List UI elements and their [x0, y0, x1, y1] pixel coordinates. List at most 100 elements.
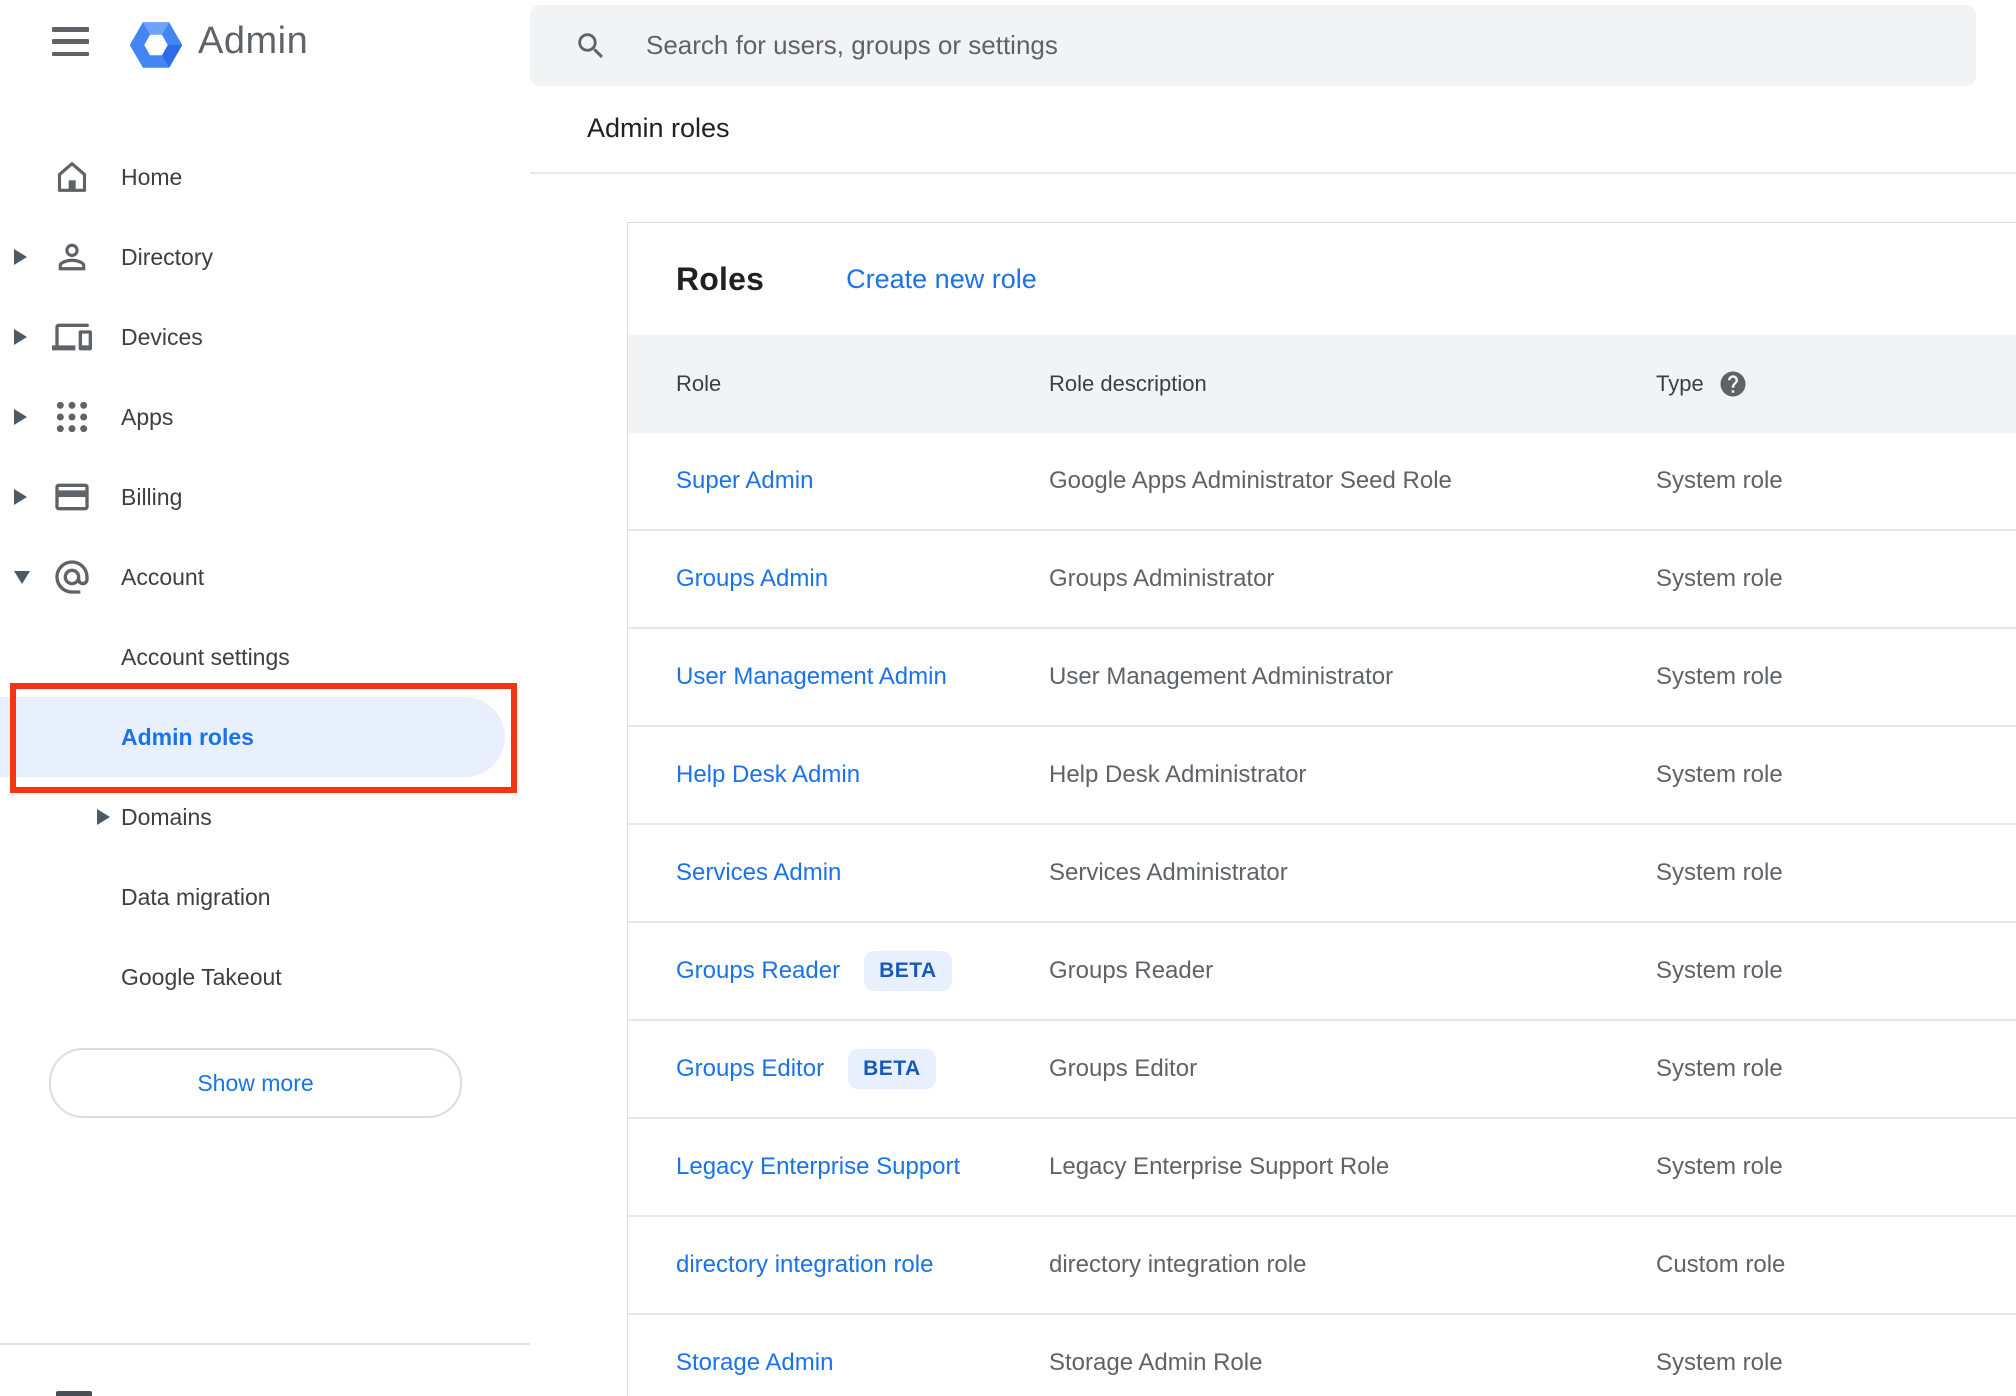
nav-icon [52, 557, 92, 597]
sidebar: Admin Home Directory Devices Apps Billin… [0, 0, 530, 1396]
app-title: Admin [198, 20, 309, 62]
breadcrumb-row: Admin roles [530, 86, 2016, 174]
column-header-description: Role description [1049, 371, 1207, 396]
role-type: System role [1656, 957, 1783, 984]
table-row-directory-integration-role: directory integration role directory int… [628, 1217, 2016, 1315]
sidebar-subitem-label: Account settings [121, 643, 290, 670]
role-description: Services Administrator [1049, 859, 1288, 886]
sidebar-subitem-account-settings[interactable]: Account settings [0, 617, 530, 697]
expand-right-icon[interactable] [97, 809, 110, 825]
role-description: Legacy Enterprise Support Role [1049, 1153, 1390, 1180]
role-type: System role [1656, 663, 1783, 690]
expand-right-icon[interactable] [14, 249, 27, 265]
role-link[interactable]: Help Desk Admin [676, 761, 860, 789]
role-type: System role [1656, 859, 1783, 886]
sidebar-item-label: Home [121, 163, 183, 190]
sidebar-nav: Home Directory Devices Apps Billing Acco… [0, 137, 530, 1017]
role-link[interactable]: Legacy Enterprise Support [676, 1153, 960, 1181]
role-type: Custom role [1656, 1251, 1786, 1278]
role-link[interactable]: Groups Admin [676, 565, 828, 593]
role-link[interactable]: directory integration role [676, 1251, 933, 1279]
sidebar-item-label: Devices [121, 323, 203, 350]
table-row-storage-admin: Storage Admin Storage Admin Role System … [628, 1315, 2016, 1396]
role-link[interactable]: Groups Editor [676, 1055, 824, 1083]
help-icon[interactable] [1718, 369, 1748, 399]
sidebar-subitem-data-migration[interactable]: Data migration [0, 857, 530, 937]
create-new-role-link[interactable]: Create new role [846, 264, 1037, 295]
table-row-super-admin: Super Admin Google Apps Administrator Se… [628, 433, 2016, 531]
nav-icon [52, 157, 92, 197]
expand-right-icon[interactable] [14, 329, 27, 345]
role-link[interactable]: Storage Admin [676, 1349, 833, 1377]
role-link[interactable]: Super Admin [676, 467, 813, 495]
menu-icon[interactable] [52, 27, 89, 56]
column-header-type: Type [1656, 371, 1704, 396]
sidebar-subitem-label: Data migration [121, 883, 271, 910]
table-row-help-desk-admin: Help Desk Admin Help Desk Administrator … [628, 727, 2016, 825]
sidebar-item-apps[interactable]: Apps [0, 377, 530, 457]
table-row-services-admin: Services Admin Services Administrator Sy… [628, 825, 2016, 923]
role-type: System role [1656, 1153, 1783, 1180]
sidebar-subitem-label: Admin roles [121, 723, 254, 750]
search-placeholder: Search for users, groups or settings [646, 30, 1058, 60]
table-row-groups-reader: Groups Reader BETA Groups Reader System … [628, 923, 2016, 1021]
column-header-role: Role [676, 371, 722, 396]
roles-card: Roles Create new role Role Role descript… [627, 222, 2016, 1396]
sidebar-item-label: Directory [121, 243, 214, 270]
sidebar-item-devices[interactable]: Devices [0, 297, 530, 377]
role-link[interactable]: User Management Admin [676, 663, 947, 691]
table-row-groups-editor: Groups Editor BETA Groups Editor System … [628, 1021, 2016, 1119]
role-link[interactable]: Services Admin [676, 859, 841, 887]
card-title: Roles [676, 260, 765, 297]
role-description: directory integration role [1049, 1251, 1307, 1278]
role-description: User Management Administrator [1049, 663, 1394, 690]
sidebar-subitem-google-takeout[interactable]: Google Takeout [0, 937, 530, 1017]
role-description: Help Desk Administrator [1049, 761, 1307, 788]
role-type: System role [1656, 761, 1783, 788]
expand-right-icon[interactable] [14, 489, 27, 505]
table-row-user-management-admin: User Management Admin User Management Ad… [628, 629, 2016, 727]
feedback-icon-partial [56, 1391, 92, 1396]
sidebar-item-billing[interactable]: Billing [0, 457, 530, 537]
sidebar-item-label: Apps [121, 403, 174, 430]
role-type: System role [1656, 1055, 1783, 1082]
sidebar-item-directory[interactable]: Directory [0, 217, 530, 297]
role-description: Storage Admin Role [1049, 1349, 1263, 1376]
table-row-legacy-enterprise-support: Legacy Enterprise Support Legacy Enterpr… [628, 1119, 2016, 1217]
sidebar-item-label: Billing [121, 483, 183, 510]
sidebar-header: Admin [0, 0, 530, 90]
role-description: Groups Reader [1049, 957, 1214, 984]
arrow-slot [14, 409, 40, 425]
nav-icon [52, 237, 92, 277]
table-body: Super Admin Google Apps Administrator Se… [628, 433, 2016, 1396]
role-type: System role [1656, 565, 1783, 592]
sidebar-item-account[interactable]: Account [0, 537, 530, 617]
breadcrumb: Admin roles [587, 113, 730, 143]
sidebar-subitem-label: Domains [121, 803, 212, 830]
expand-right-icon[interactable] [14, 409, 27, 425]
role-description: Groups Editor [1049, 1055, 1198, 1082]
admin-logo-icon [129, 22, 183, 68]
table-header: Role Role description Type [628, 335, 2016, 433]
arrow-slot [97, 809, 121, 825]
role-type: System role [1656, 1349, 1783, 1376]
sidebar-subitem-label: Google Takeout [121, 963, 282, 990]
beta-badge: BETA [848, 1049, 936, 1089]
content-area: Roles Create new role Role Role descript… [530, 174, 2016, 1396]
sidebar-subitem-admin-roles[interactable]: Admin roles [0, 697, 530, 777]
sidebar-item-label: Account [121, 563, 205, 590]
beta-badge: BETA [864, 951, 952, 991]
nav-icon [52, 317, 92, 357]
collapse-down-icon[interactable] [14, 570, 30, 584]
sidebar-item-home[interactable]: Home [0, 137, 530, 217]
role-description: Google Apps Administrator Seed Role [1049, 467, 1452, 494]
arrow-slot [14, 489, 40, 505]
show-more-button[interactable]: Show more [49, 1048, 462, 1118]
search-input[interactable]: Search for users, groups or settings [530, 5, 1976, 86]
role-description: Groups Administrator [1049, 565, 1275, 592]
arrow-slot [14, 570, 40, 584]
search-icon [578, 32, 604, 58]
role-link[interactable]: Groups Reader [676, 957, 840, 985]
main: Search for users, groups or settings Adm… [530, 0, 2016, 1396]
sidebar-subitem-domains[interactable]: Domains [0, 777, 530, 857]
